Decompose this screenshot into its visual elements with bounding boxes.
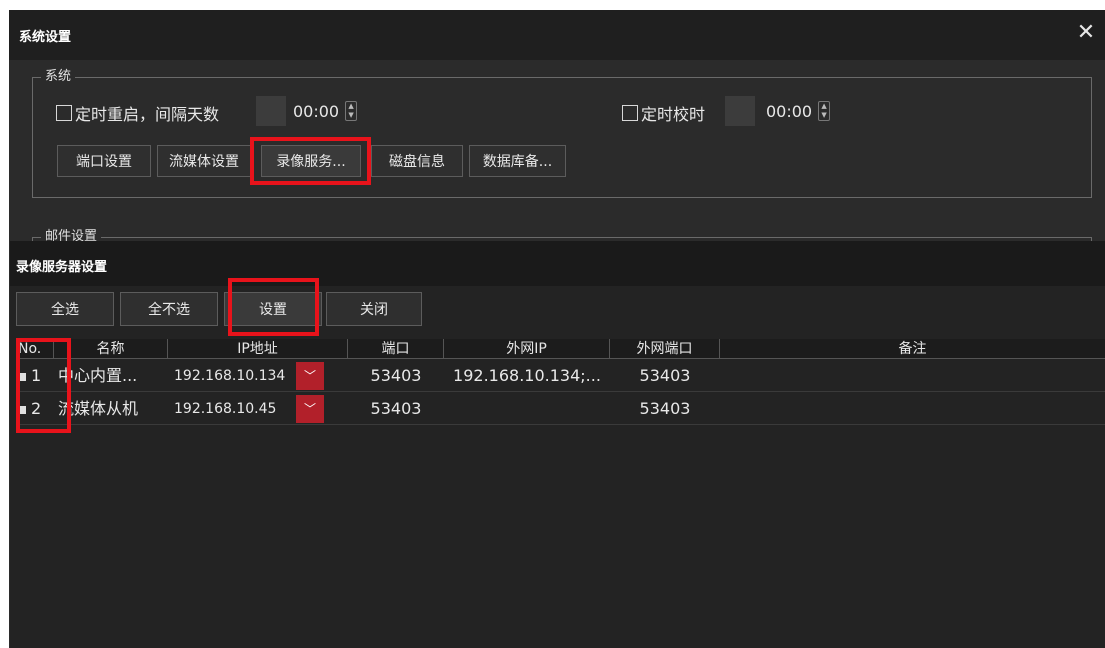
spinner-arrows-icon[interactable]: ▲ ▼ bbox=[818, 101, 831, 121]
row-port: 53403 bbox=[370, 366, 422, 385]
chevron-down-icon[interactable]: ﹀ bbox=[296, 395, 324, 423]
system-group: 系统 bbox=[32, 69, 1092, 198]
spinner-arrows-icon[interactable]: ▲ ▼ bbox=[345, 101, 358, 121]
system-group-legend: 系统 bbox=[41, 69, 76, 85]
select-all-button[interactable]: 全选 bbox=[16, 292, 114, 326]
time-sync-checkbox-row[interactable]: 定时校时 bbox=[622, 101, 705, 125]
close-icon[interactable]: ✕ bbox=[1073, 20, 1099, 46]
column-header-name: 名称 bbox=[54, 339, 168, 359]
column-header-ip: IP地址 bbox=[168, 339, 348, 359]
column-header-port: 端口 bbox=[348, 339, 444, 359]
row-note bbox=[720, 360, 1105, 392]
row-checkbox[interactable] bbox=[18, 405, 26, 414]
column-header-external-ip: 外网IP bbox=[444, 339, 610, 359]
system-settings-titlebar: 系统设置 ✕ bbox=[9, 10, 1105, 60]
system-settings-title: 系统设置 bbox=[19, 30, 72, 45]
time-sync-label: 定时校时 bbox=[641, 105, 706, 124]
streaming-settings-button[interactable]: 流媒体设置 bbox=[157, 145, 251, 177]
column-header-no: No. bbox=[16, 339, 54, 359]
row-name: 流媒体从机 bbox=[58, 399, 139, 418]
row-external-ip bbox=[444, 393, 610, 425]
recording-service-button[interactable]: 录像服务... bbox=[261, 145, 361, 177]
row-port: 53403 bbox=[370, 399, 422, 418]
time-sync-time-value: 00:00 bbox=[766, 101, 813, 121]
server-table-header: No. 名称 IP地址 端口 外网IP 外网端口 备注 bbox=[16, 339, 1105, 359]
select-none-button[interactable]: 全不选 bbox=[120, 292, 218, 326]
row-no: 1 bbox=[31, 366, 42, 385]
reboot-interval-days-input[interactable] bbox=[256, 96, 286, 126]
row-checkbox[interactable] bbox=[18, 372, 26, 381]
time-sync-time-input[interactable]: 00:00 ▲ ▼ bbox=[766, 96, 831, 126]
close-button[interactable]: 关闭 bbox=[326, 292, 422, 326]
row-ip: 192.168.10.134 bbox=[174, 368, 286, 384]
row-no-cell[interactable]: 2 bbox=[16, 393, 54, 425]
database-backup-button[interactable]: 数据库备... bbox=[469, 145, 566, 177]
row-ip-cell[interactable]: 192.168.10.134 ﹀ bbox=[168, 360, 348, 392]
scheduled-reboot-label: 定时重启，间隔天数 bbox=[75, 105, 220, 124]
scheduled-reboot-checkbox[interactable] bbox=[56, 105, 72, 121]
row-ip: 192.168.10.45 bbox=[174, 401, 277, 417]
row-external-ip: 192.168.10.134;... bbox=[453, 366, 601, 385]
row-no-cell[interactable]: 1 bbox=[16, 360, 54, 392]
table-row[interactable]: 2 流媒体从机 192.168.10.45 ﹀ 53403 53403 bbox=[16, 393, 1105, 425]
recording-server-settings-dialog: 录像服务器设置 全选 全不选 设置 关闭 No. 名称 IP地址 端口 外网IP… bbox=[10, 241, 1105, 648]
column-header-note: 备注 bbox=[898, 341, 927, 357]
column-header-external-port: 外网端口 bbox=[610, 339, 720, 359]
time-sync-checkbox[interactable] bbox=[622, 105, 638, 121]
port-settings-button[interactable]: 端口设置 bbox=[57, 145, 151, 177]
recording-server-titlebar: 录像服务器设置 bbox=[10, 241, 1105, 286]
row-note bbox=[720, 393, 1105, 425]
reboot-time-value: 00:00 bbox=[293, 101, 340, 121]
scheduled-reboot-checkbox-row[interactable]: 定时重启，间隔天数 bbox=[56, 101, 219, 125]
row-external-port: 53403 bbox=[639, 399, 691, 418]
reboot-time-input[interactable]: 00:00 ▲ ▼ bbox=[293, 96, 358, 126]
recording-server-title: 录像服务器设置 bbox=[16, 260, 108, 275]
row-name: 中心内置... bbox=[58, 366, 138, 385]
settings-button[interactable]: 设置 bbox=[224, 292, 322, 326]
time-sync-days-input[interactable] bbox=[725, 96, 755, 126]
row-external-port: 53403 bbox=[639, 366, 691, 385]
chevron-down-icon[interactable]: ﹀ bbox=[296, 362, 324, 390]
table-row[interactable]: 1 中心内置... 192.168.10.134 ﹀ 53403 192.168… bbox=[16, 360, 1105, 392]
row-no: 2 bbox=[31, 399, 42, 418]
row-ip-cell[interactable]: 192.168.10.45 ﹀ bbox=[168, 393, 348, 425]
disk-info-button[interactable]: 磁盘信息 bbox=[371, 145, 463, 177]
